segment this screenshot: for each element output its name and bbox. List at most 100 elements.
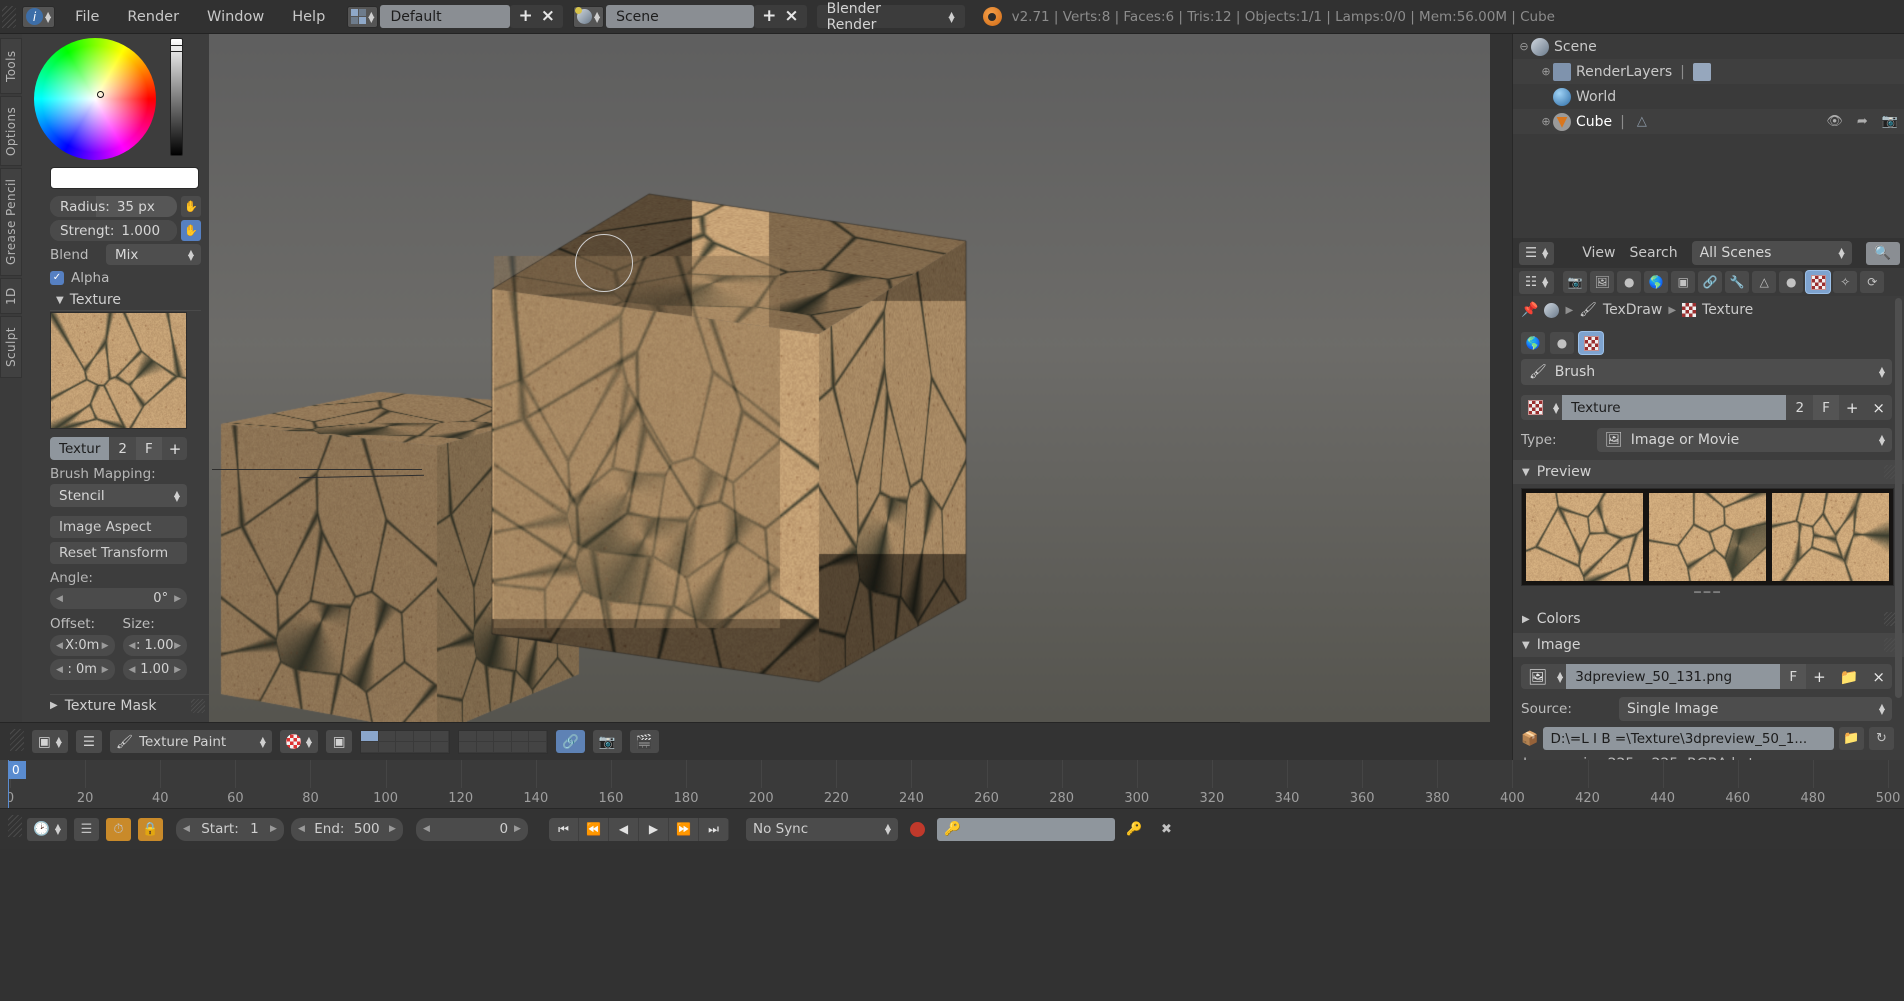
delete-layout-button[interactable]: × <box>541 8 555 25</box>
browse-texture-icon[interactable]: ▲ ▼ <box>1550 403 1562 413</box>
tab-particles[interactable]: ✧ <box>1833 271 1857 293</box>
menu-search[interactable]: Search <box>1630 245 1678 261</box>
chevron-left-icon[interactable]: ◀ <box>423 824 430 834</box>
outliner-display-mode-dropdown[interactable]: All Scenes ▲ ▼ <box>1692 241 1852 265</box>
layer-cell[interactable] <box>494 731 512 742</box>
preview-panel-header[interactable]: ▼ Preview <box>1513 460 1904 484</box>
viewport-shading-dropdown[interactable]: ▲ ▼ <box>280 730 318 753</box>
image-source-dropdown[interactable]: Single Image ▲ ▼ <box>1619 697 1892 721</box>
chevron-right-icon[interactable]: ▶ <box>270 824 277 834</box>
sidebar-item-options[interactable]: Options <box>0 96 22 166</box>
texture-user-count[interactable]: 2 <box>1786 395 1813 420</box>
image-fake-user-button[interactable]: F <box>1780 664 1806 689</box>
texture-preview-strip[interactable] <box>1521 488 1894 586</box>
texture-user-count[interactable]: 2 <box>109 437 136 460</box>
sidebar-item-1d[interactable]: 1D <box>0 278 22 314</box>
current-frame-indicator[interactable]: 0 <box>8 761 26 779</box>
outliner-search-button[interactable]: 🔍 <box>1866 242 1900 265</box>
unlink-texture-button[interactable]: × <box>1865 395 1892 420</box>
layer-cell[interactable] <box>431 731 449 742</box>
size-y-field[interactable]: ◀ 1.00 ▶ <box>123 659 188 680</box>
jump-to-start-button[interactable]: ⏮ <box>549 818 579 841</box>
interaction-mode-dropdown[interactable]: 🖌 Texture Paint ▲ ▼ <box>110 730 272 753</box>
chevron-left-icon[interactable]: ◀ <box>129 665 136 675</box>
layer-cell[interactable] <box>529 742 547 753</box>
radius-pressure-toggle[interactable]: ✋ <box>181 196 201 217</box>
chevron-left-icon[interactable]: ◀ <box>56 594 63 604</box>
outliner-editor[interactable]: ⊖ Scene ⊕ RenderLayers | World ⊕ ▼ Cube … <box>1512 34 1904 238</box>
layer-cell-active[interactable] <box>361 731 379 742</box>
sidebar-item-grease-pencil[interactable]: Grease Pencil <box>0 168 22 276</box>
selectable-icon[interactable]: ➦ <box>1857 114 1868 129</box>
menu-view[interactable]: View <box>1582 245 1615 261</box>
chevron-right-icon[interactable]: ▶ <box>174 665 181 675</box>
menu-window[interactable]: Window <box>193 0 278 33</box>
chevron-left-icon[interactable]: ◀ <box>56 641 63 651</box>
layer-cell[interactable] <box>379 731 397 742</box>
current-frame-field[interactable]: ◀ 0 ▶ <box>416 818 528 841</box>
add-texture-button[interactable]: + <box>162 437 187 460</box>
brush-strength-slider[interactable]: Strengt: 1.000 <box>50 220 177 241</box>
layer-cell[interactable] <box>414 742 432 753</box>
collapse-icon[interactable]: ⊖ <box>1517 40 1531 53</box>
layer-cell[interactable] <box>494 742 512 753</box>
use-preview-range-toggle[interactable]: ⏱ <box>106 818 131 841</box>
chevron-right-icon[interactable]: ▶ <box>174 641 181 651</box>
texture-name-field[interactable]: Texture <box>1562 395 1786 420</box>
tab-texture[interactable] <box>1806 271 1830 293</box>
blend-mode-dropdown[interactable]: Mix ▲ ▼ <box>106 244 201 265</box>
menu-render[interactable]: Render <box>113 0 193 33</box>
layer-cell[interactable] <box>529 731 547 742</box>
reset-transform-button[interactable]: Reset Transform <box>50 542 187 564</box>
image-filepath-field[interactable]: D:\=L I B =\Texture\3dpreview_50_1... <box>1543 727 1834 750</box>
unlink-image-button[interactable]: × <box>1865 664 1892 689</box>
outliner-row-scene[interactable]: ⊖ Scene <box>1513 34 1904 59</box>
editor-type-3dview-button[interactable]: ▣ ▲ ▼ <box>32 730 68 753</box>
lock-to-scene-toggle[interactable]: 🔗 <box>556 730 585 753</box>
layer-cell[interactable] <box>477 742 495 753</box>
chevron-left-icon[interactable]: ◀ <box>183 824 190 834</box>
outliner-row-cube[interactable]: ⊕ ▼ Cube | △ 👁 ➦ 📷 <box>1513 109 1904 134</box>
active-color-swatch[interactable] <box>50 167 199 189</box>
render-image-button[interactable]: 📷 <box>593 730 622 753</box>
brush-texture-thumbnail[interactable] <box>50 312 187 429</box>
layer-group-1[interactable] <box>360 730 450 754</box>
editor-type-outliner-button[interactable]: ☰ ▲ ▼ <box>1519 242 1554 265</box>
delete-scene-button[interactable]: × <box>784 8 798 25</box>
strength-pressure-toggle[interactable]: ✋ <box>181 220 201 241</box>
angle-field[interactable]: ◀ 0° ▶ <box>50 588 187 609</box>
alpha-checkbox-row[interactable]: ✓ Alpha <box>50 270 201 286</box>
breadcrumb-texdraw[interactable]: TexDraw <box>1603 302 1662 318</box>
offset-y-field[interactable]: ◀ : 0m ▶ <box>50 659 115 680</box>
add-layout-button[interactable]: + <box>518 8 532 25</box>
delete-keyframe-button[interactable]: ✖ <box>1154 818 1179 841</box>
previous-keyframe-button[interactable]: ⏪ <box>579 818 609 841</box>
layer-cell[interactable] <box>396 742 414 753</box>
keying-set-field[interactable]: 🔑 <box>937 818 1115 841</box>
chevron-right-icon[interactable]: ▶ <box>102 665 109 675</box>
add-scene-button[interactable]: + <box>762 8 776 25</box>
value-slider-handle[interactable] <box>170 45 183 52</box>
scene-selector-button[interactable]: ▲ ▼ <box>573 6 604 28</box>
timeline-ruler[interactable]: 0 20 40 60 80 100 120 140 160 180 200 220 240 260 280 3… <box>0 760 1904 808</box>
brush-context-dropdown[interactable]: 🖌 Brush ▲ ▼ <box>1521 359 1892 385</box>
render-animation-button[interactable]: 🎬 <box>630 730 659 753</box>
lock-time-toggle[interactable]: 🔒 <box>138 818 163 841</box>
tab-render[interactable]: 📷 <box>1563 271 1587 293</box>
play-button[interactable]: ▶ <box>639 818 669 841</box>
sidebar-item-sculpt[interactable]: Sculpt <box>0 316 22 378</box>
layer-cell[interactable] <box>477 731 495 742</box>
brush-mapping-dropdown[interactable]: Stencil ▲ ▼ <box>50 484 187 507</box>
insert-keyframe-button[interactable]: 🔑 <box>1122 818 1147 841</box>
sidebar-item-tools[interactable]: Tools <box>0 38 22 94</box>
image-name-field[interactable]: 3dpreview_50_131.png <box>1566 664 1780 689</box>
color-wheel-cursor[interactable] <box>97 91 104 98</box>
hide-in-viewport-icon[interactable]: 👁 <box>1826 114 1843 129</box>
layer-cell[interactable] <box>459 742 477 753</box>
frame-start-field[interactable]: ◀ Start: 1 ▶ <box>176 818 284 841</box>
reload-image-button[interactable]: ↻ <box>1869 727 1894 750</box>
color-wheel[interactable] <box>34 38 156 160</box>
timeline-menu-button[interactable]: ☰ <box>74 818 99 841</box>
layer-cell[interactable] <box>512 742 530 753</box>
chevron-right-icon[interactable]: ▶ <box>102 641 109 651</box>
